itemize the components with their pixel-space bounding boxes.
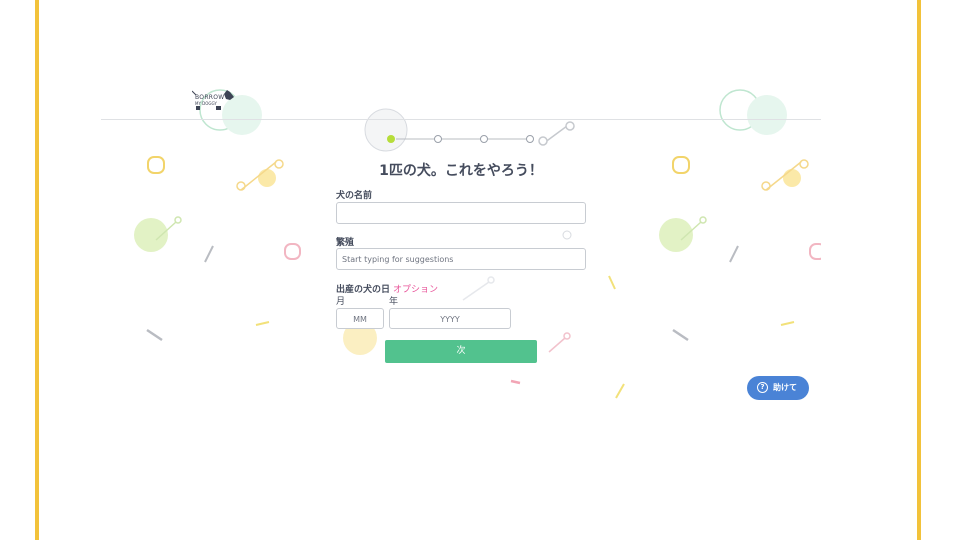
decor-dash-yellow (615, 383, 625, 399)
breed-label: 繁殖 (336, 238, 355, 248)
decor-dash-pink (510, 379, 521, 385)
decor-stick (672, 328, 689, 342)
help-button-label: 助けて (773, 383, 797, 392)
decor-stick (146, 328, 163, 342)
month-placeholder: MM (353, 315, 367, 324)
birth-date-label: 出産の犬の日 オプション (336, 282, 438, 295)
decor-square-pink (284, 243, 301, 260)
month-input[interactable]: MM (336, 308, 384, 329)
decor-stick (729, 245, 739, 263)
decor-square-yellow (672, 156, 690, 174)
help-button[interactable]: ? 助けて (747, 376, 809, 400)
decor-bone (548, 332, 571, 353)
decor-ring (562, 230, 572, 240)
progress-step-1-ball (387, 135, 395, 143)
logo-text-line1: BORROW (195, 94, 225, 101)
year-placeholder: YYYY (440, 315, 460, 324)
next-button[interactable]: 次 (385, 340, 537, 363)
form-title: 1匹の犬。これをやろう！ (379, 163, 543, 179)
progress-step-2 (434, 135, 442, 143)
header-divider (101, 119, 821, 120)
decor-bone (462, 276, 495, 301)
optional-tag: オプション (393, 285, 439, 295)
progress-step-3 (480, 135, 488, 143)
decor-dot-yellow (258, 169, 276, 187)
decor-dot-green (659, 218, 693, 252)
decor-bone (761, 159, 809, 191)
decor-circle-fill (747, 95, 787, 135)
decor-dot-green (134, 218, 168, 252)
breed-input[interactable]: Start typing for suggestions (336, 248, 586, 270)
year-label: 年 (389, 297, 399, 307)
decor-dash-yellow (780, 321, 795, 326)
dog-name-input[interactable] (336, 202, 586, 224)
progress-step-current-bubble (364, 108, 408, 152)
decor-square-pink (809, 243, 821, 260)
progress-step-4 (526, 135, 534, 143)
decor-dot-yellow (783, 169, 801, 187)
decor-dash-yellow (255, 321, 270, 326)
progress-step-5-bone (538, 121, 575, 146)
year-input[interactable]: YYYY (389, 308, 511, 329)
decor-dash-yellow (608, 275, 616, 290)
decor-square-yellow (147, 156, 165, 174)
decor-bone (236, 159, 284, 191)
logo-text-line2: MY DOGGY (195, 101, 217, 106)
question-circle-icon: ? (757, 382, 768, 393)
decor-stick (204, 245, 214, 263)
brand-logo[interactable]: BORROW MY DOGGY (192, 88, 238, 112)
dog-name-label: 犬の名前 (336, 191, 373, 201)
right-frame-border (917, 0, 921, 540)
left-frame-border (35, 0, 39, 540)
breed-placeholder: Start typing for suggestions (342, 255, 454, 264)
month-label: 月 (336, 297, 346, 307)
